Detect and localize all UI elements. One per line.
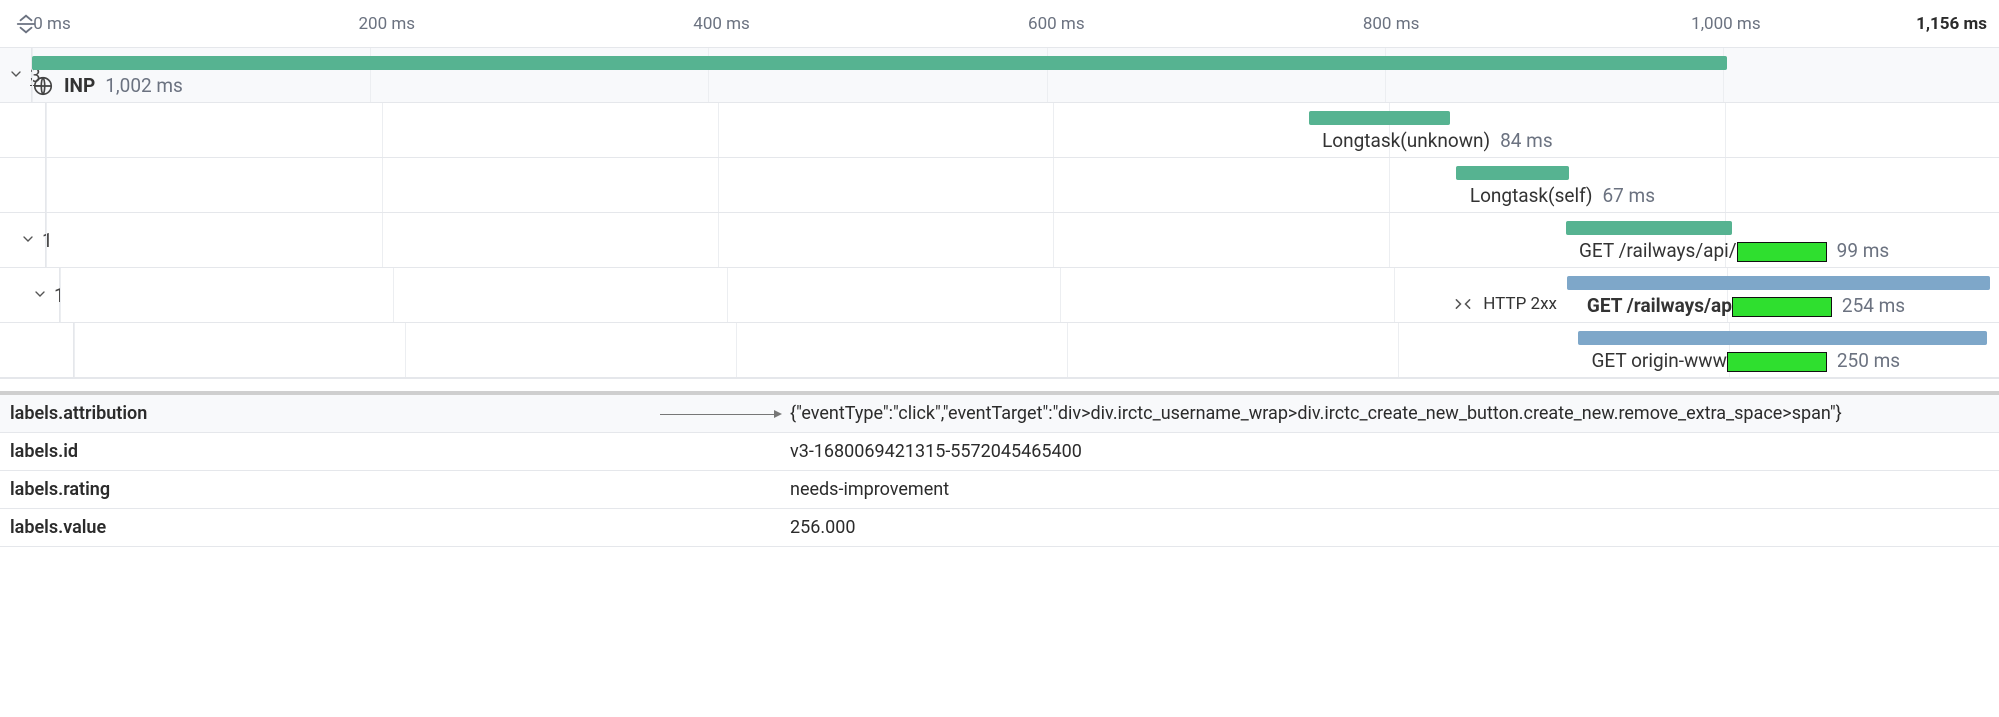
span-duration: 254 ms [1842, 294, 1905, 317]
span-name: Longtask(unknown) [1322, 129, 1490, 152]
details-row: labels.idv3-1680069421315-5572045465400 [0, 433, 1999, 471]
redacted-segment [1732, 297, 1832, 317]
details-value: v3-1680069421315-5572045465400 [790, 441, 1989, 462]
ruler-tick: 0 ms [33, 14, 70, 34]
connector-arrow-icon [660, 414, 780, 415]
details-table: labels.attribution{"eventType":"click","… [0, 391, 1999, 547]
span-name: GET /railways/ap [1587, 294, 1832, 317]
details-row: labels.ratingneeds-improvement [0, 471, 1999, 509]
chevron-down-icon[interactable] [32, 284, 48, 307]
ruler-track: 0 ms200 ms400 ms600 ms800 ms1,000 ms1,15… [52, 0, 1987, 47]
timeline-rows: 3INP1,002 msLongtask(unknown)84 msLongta… [0, 48, 1999, 379]
row-gutter[interactable]: 3 [0, 48, 32, 102]
row-gutter [0, 103, 46, 157]
redacted-segment [1727, 352, 1827, 372]
span-bar[interactable] [1456, 166, 1568, 180]
row-track: HTTP 2xx GET /railways/ap 254 ms [60, 268, 1987, 322]
span-label: GET origin-www 250 ms [1591, 349, 1900, 372]
row-gutter [0, 158, 46, 212]
details-value: needs-improvement [790, 479, 1989, 500]
timeline-row[interactable]: 1 HTTP 2xx GET /railways/ap 254 ms [0, 268, 1999, 323]
span-name: GET /railways/api/ [1579, 239, 1827, 262]
globe-icon [32, 75, 54, 97]
timeline-row[interactable]: 1 GET /railways/api/99 ms [0, 213, 1999, 268]
ruler-tick: 800 ms [1363, 14, 1420, 34]
span-duration: 1,002 ms [105, 74, 183, 97]
row-track: GET /railways/api/99 ms [46, 213, 1987, 267]
span-duration: 84 ms [1500, 129, 1553, 152]
row-track: INP 1,002 ms [32, 48, 1987, 102]
timeline-row[interactable]: 3 INP 1,002 ms [0, 48, 1999, 103]
span-bar[interactable] [1578, 331, 1987, 345]
timeline-row: Longtask(self) 67 ms [0, 158, 1999, 213]
span-duration: 99 ms [1837, 239, 1890, 262]
redacted-segment [1737, 242, 1827, 262]
ruler-tick: 1,000 ms [1691, 14, 1760, 34]
details-value: {"eventType":"click","eventTarget":"div>… [790, 403, 1989, 424]
span-label: INP 1,002 ms [32, 74, 183, 97]
span-label: Longtask(unknown) 84 ms [1322, 129, 1553, 152]
details-key: labels.id [10, 441, 790, 462]
time-ruler: 0 ms 200 ms 400 ms 600 ms 800 ms 1,000 ms 1,15… [0, 0, 1999, 48]
span-name: INP [64, 74, 95, 97]
ruler-tick: 400 ms [693, 14, 750, 34]
span-bar[interactable] [32, 56, 1727, 70]
chevron-down-icon[interactable] [20, 229, 36, 252]
row-track: Longtask(unknown) 84 ms [46, 103, 1987, 157]
row-gutter [0, 323, 74, 377]
chevron-down-icon[interactable] [8, 64, 24, 87]
span-name: Longtask(self) [1470, 184, 1593, 207]
span-bar[interactable] [1566, 221, 1732, 235]
http-direction-icon [1453, 294, 1473, 314]
http-status: HTTP 2xx [1483, 294, 1557, 314]
details-row: labels.value256.000 [0, 509, 1999, 547]
span-label: Longtask(self) 67 ms [1470, 184, 1655, 207]
span-name: GET origin-www [1591, 349, 1826, 372]
row-track: GET origin-www 250 ms [74, 323, 1987, 377]
details-key: labels.rating [10, 479, 790, 500]
details-key: labels.value [10, 517, 790, 538]
details-row: labels.attribution{"eventType":"click","… [0, 395, 1999, 433]
span-duration: 250 ms [1837, 349, 1900, 372]
row-track: Longtask(self) 67 ms [46, 158, 1987, 212]
span-duration: 67 ms [1602, 184, 1655, 207]
timeline-row: GET origin-www 250 ms [0, 323, 1999, 378]
details-value: 256.000 [790, 517, 1989, 538]
span-label: GET /railways/api/99 ms [1579, 239, 1889, 262]
row-gutter[interactable]: 1 [0, 268, 60, 322]
timeline-row: Longtask(unknown) 84 ms [0, 103, 1999, 158]
row-gutter[interactable]: 1 [0, 213, 46, 267]
span-bar[interactable] [1309, 111, 1450, 125]
ruler-tick: 200 ms [358, 14, 415, 34]
span-bar[interactable] [1567, 276, 1990, 290]
timeline: 0 ms 200 ms 400 ms 600 ms 800 ms 1,000 ms 1,15… [0, 0, 1999, 379]
details-key: labels.attribution [10, 403, 790, 424]
ruler-tick: 600 ms [1028, 14, 1085, 34]
ruler-tick: 1,156 ms [1916, 14, 1987, 34]
